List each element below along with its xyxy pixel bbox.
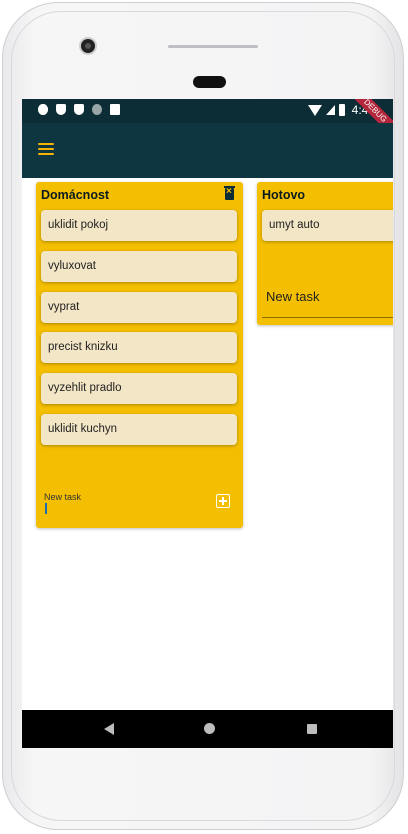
app-bar	[22, 123, 393, 178]
task-card[interactable]: uklidit pokoj	[41, 210, 237, 241]
column-title: Hotovo	[262, 188, 306, 202]
task-card[interactable]: vyprat	[41, 292, 237, 323]
board: Domácnost uklidit pokoj vyluxovat vyprat…	[22, 178, 393, 710]
home-icon[interactable]	[204, 723, 215, 734]
front-camera	[81, 39, 95, 53]
battery-icon	[338, 104, 345, 116]
task-card[interactable]: uklidit kuchyn	[41, 414, 237, 445]
task-card[interactable]: precist knizku	[41, 332, 237, 363]
input-underline	[262, 317, 393, 318]
menu-icon[interactable]	[38, 143, 54, 156]
new-task-input[interactable]: New task	[266, 289, 319, 304]
back-icon[interactable]	[104, 723, 114, 735]
new-task-field-label[interactable]: New task	[44, 492, 81, 502]
dot-icon	[92, 104, 102, 115]
delete-column-icon[interactable]	[224, 186, 235, 200]
add-task-icon[interactable]	[216, 494, 230, 508]
sd-card-icon	[110, 104, 120, 115]
task-card[interactable]: umyt auto	[262, 210, 393, 241]
column-hotovo: Hotovo umyt auto New task	[257, 182, 393, 325]
settings-icon	[38, 104, 48, 115]
shield-icon	[56, 104, 66, 115]
text-cursor	[45, 503, 47, 514]
column-title: Domácnost	[41, 188, 110, 202]
navigation-bar	[22, 710, 393, 748]
signal-icon	[325, 105, 335, 115]
status-icons	[38, 104, 120, 115]
phone-frame: 4:49 DEBUG Domácnost uklidit pokoj vylux…	[2, 2, 404, 830]
speaker-line	[168, 45, 258, 48]
task-card[interactable]: vyluxovat	[41, 251, 237, 282]
recent-apps-icon[interactable]	[307, 724, 317, 734]
task-card[interactable]: vyzehlit pradlo	[41, 373, 237, 404]
shield-icon	[74, 104, 84, 115]
earpiece	[193, 76, 226, 88]
screen: 4:49 DEBUG Domácnost uklidit pokoj vylux…	[22, 99, 393, 748]
column-domacnost: Domácnost uklidit pokoj vyluxovat vyprat…	[36, 182, 243, 528]
wifi-icon	[307, 104, 322, 116]
status-bar: 4:49 DEBUG	[22, 99, 393, 144]
